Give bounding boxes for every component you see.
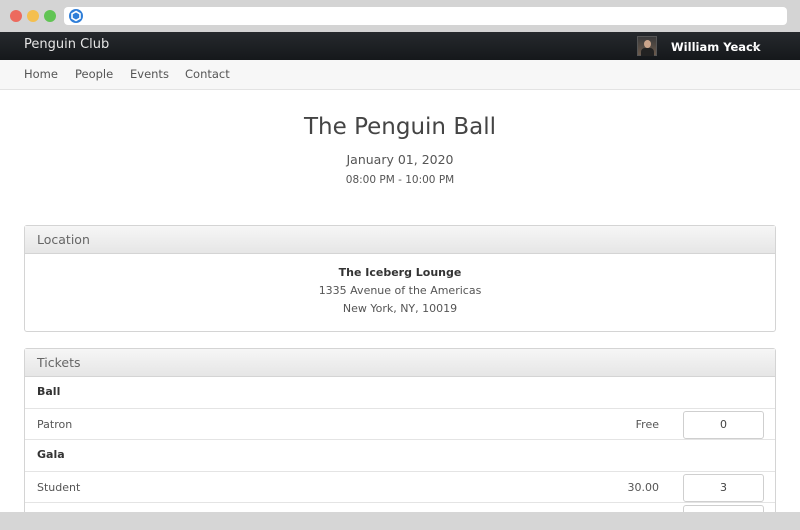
ticket-price: Free [635, 417, 659, 431]
brand-link[interactable]: Penguin Club [24, 37, 109, 52]
main-nav: Home People Events Contact [0, 60, 800, 90]
city-address: New York, NY, 10019 [342, 302, 458, 315]
user-menu-name[interactable]: William Yeack [671, 40, 761, 54]
event-time: 08:00 PM - 10:00 PM [345, 174, 455, 186]
ticket-price: 30.00 [627, 480, 660, 494]
page-viewport: Penguin Club William Yeack Home People E… [0, 32, 800, 512]
tickets-panel: Tickets Ball Patron Free Gala Student 30… [24, 348, 776, 512]
event-date: January 01, 2020 [346, 152, 454, 167]
location-heading: Location [25, 226, 775, 254]
ticket-group-name: Gala [37, 448, 65, 461]
ticket-group-row: Ball [25, 377, 775, 409]
close-window-button[interactable] [10, 10, 22, 22]
maximize-window-button[interactable] [44, 10, 56, 22]
browser-logo-icon [69, 9, 83, 23]
ticket-row-partial [25, 503, 775, 512]
street-address: 1335 Avenue of the Americas [318, 284, 482, 297]
ticket-row: Patron Free [25, 409, 775, 440]
ticket-quantity-input[interactable] [683, 505, 764, 512]
ticket-quantity-input[interactable] [683, 410, 764, 439]
ticket-quantity-input[interactable] [683, 473, 764, 502]
ticket-row: Student 30.00 [25, 472, 775, 503]
page-title: The Penguin Ball [304, 114, 496, 140]
top-navbar: Penguin Club William Yeack [0, 32, 800, 60]
ticket-name: Patron [37, 417, 73, 431]
avatar[interactable] [637, 36, 657, 56]
ticket-name: Student [37, 480, 81, 494]
browser-bottom-bar [0, 512, 800, 530]
nav-item-people[interactable]: People [75, 67, 113, 81]
venue-name: The Iceberg Lounge [338, 266, 462, 279]
nav-item-events[interactable]: Events [130, 67, 169, 81]
tickets-heading: Tickets [25, 349, 775, 377]
ticket-group-row: Gala [25, 440, 775, 472]
minimize-window-button[interactable] [27, 10, 39, 22]
location-panel: Location The Iceberg Lounge 1335 Avenue … [24, 225, 776, 332]
ticket-group-name: Ball [37, 385, 61, 398]
location-address: The Iceberg Lounge 1335 Avenue of the Am… [25, 254, 775, 320]
nav-item-home[interactable]: Home [24, 67, 58, 81]
browser-chrome [0, 0, 800, 32]
chevron-down-icon[interactable] [752, 46, 758, 49]
nav-item-contact[interactable]: Contact [185, 67, 230, 81]
address-bar[interactable] [64, 7, 787, 25]
